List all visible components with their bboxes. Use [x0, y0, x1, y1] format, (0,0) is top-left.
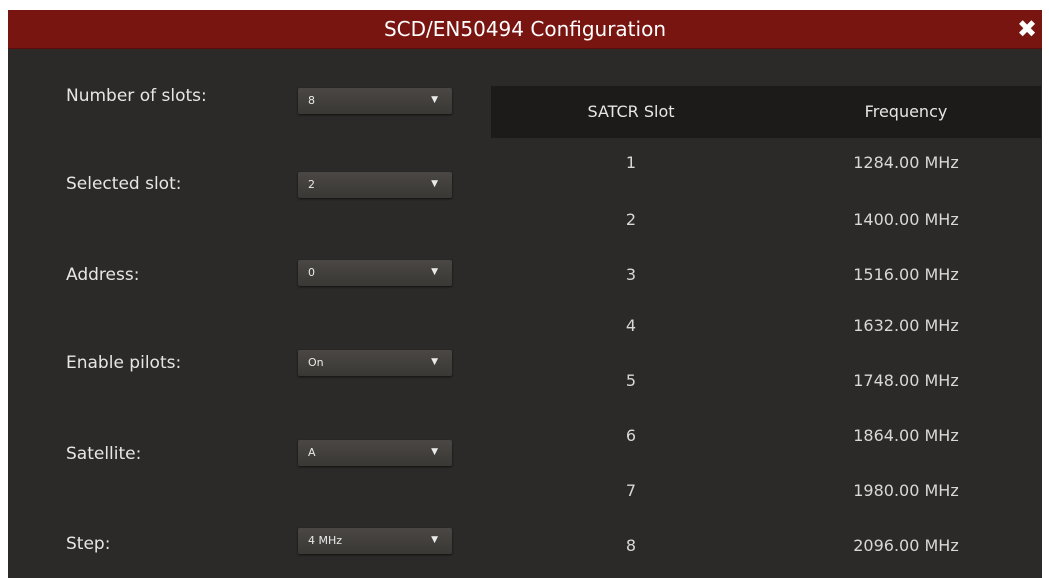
- caret-down-icon: ▼: [431, 179, 438, 189]
- frequency-cell: 1748.00 MHz: [853, 371, 959, 390]
- slot-cell: 8: [625, 536, 637, 555]
- selected-slot-label: Selected slot:: [66, 174, 182, 194]
- caret-down-icon: ▼: [431, 95, 438, 105]
- table-row: 4 1632.00 MHz: [491, 312, 1041, 340]
- step-select[interactable]: 4 MHz ▼: [298, 528, 452, 554]
- frequency-cell: 1516.00 MHz: [853, 265, 959, 284]
- enable-pilots-label: Enable pilots:: [66, 353, 182, 373]
- table-row: 3 1516.00 MHz: [491, 261, 1041, 289]
- number-of-slots-label: Number of slots:: [66, 86, 207, 106]
- frequency-cell: 2096.00 MHz: [853, 536, 959, 555]
- close-icon[interactable]: ✖: [1014, 16, 1040, 42]
- slot-cell: 5: [625, 371, 637, 390]
- caret-down-icon: ▼: [431, 357, 438, 367]
- column-header-satcr-slot: SATCR Slot: [587, 102, 675, 121]
- table-row: 1 1284.00 MHz: [491, 149, 1041, 177]
- select-value: A: [308, 446, 316, 459]
- enable-pilots-select[interactable]: On ▼: [298, 350, 452, 376]
- frequency-cell: 1980.00 MHz: [853, 481, 959, 500]
- dialog-title: SCD/EN50494 Configuration: [383, 17, 666, 41]
- frequency-cell: 1864.00 MHz: [853, 426, 959, 445]
- satellite-label: Satellite:: [66, 444, 142, 464]
- slot-table-header: SATCR Slot Frequency: [491, 86, 1041, 138]
- frequency-cell: 1632.00 MHz: [853, 316, 959, 335]
- select-value: 8: [308, 94, 315, 107]
- step-label: Step:: [66, 534, 111, 554]
- scd-config-dialog: SCD/EN50494 Configuration ✖ Number of sl…: [8, 10, 1042, 578]
- table-row: 2 1400.00 MHz: [491, 206, 1041, 234]
- satellite-select[interactable]: A ▼: [298, 440, 452, 466]
- dialog-titlebar: SCD/EN50494 Configuration ✖: [8, 10, 1042, 49]
- table-row: 7 1980.00 MHz: [491, 477, 1041, 505]
- frequency-cell: 1400.00 MHz: [853, 210, 959, 229]
- slot-cell: 3: [625, 265, 637, 284]
- number-of-slots-select[interactable]: 8 ▼: [298, 88, 452, 114]
- select-value: 2: [308, 178, 315, 191]
- slot-cell: 4: [625, 316, 637, 335]
- select-value: 0: [308, 266, 315, 279]
- slot-cell: 6: [625, 426, 637, 445]
- slot-cell: 1: [625, 153, 637, 172]
- address-select[interactable]: 0 ▼: [298, 260, 452, 286]
- caret-down-icon: ▼: [431, 447, 438, 457]
- slot-cell: 2: [625, 210, 637, 229]
- selected-slot-select[interactable]: 2 ▼: [298, 172, 452, 198]
- slot-cell: 7: [625, 481, 637, 500]
- column-header-frequency: Frequency: [864, 102, 948, 121]
- select-value: 4 MHz: [308, 534, 343, 547]
- table-row: 6 1864.00 MHz: [491, 422, 1041, 450]
- table-row: 8 2096.00 MHz: [491, 532, 1041, 560]
- caret-down-icon: ▼: [431, 267, 438, 277]
- caret-down-icon: ▼: [431, 535, 438, 545]
- frequency-cell: 1284.00 MHz: [853, 153, 959, 172]
- select-value: On: [308, 356, 324, 369]
- address-label: Address:: [66, 265, 140, 285]
- table-row: 5 1748.00 MHz: [491, 367, 1041, 395]
